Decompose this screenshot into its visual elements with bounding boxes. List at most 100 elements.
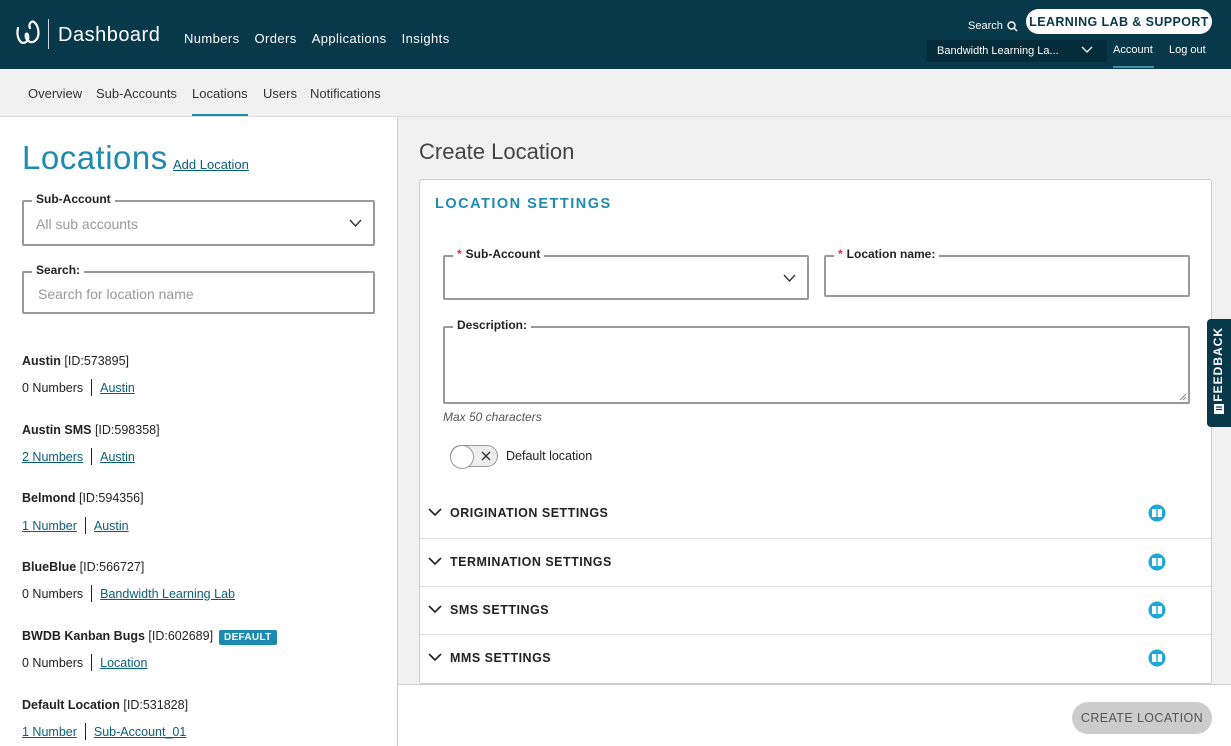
chevron-down-icon bbox=[428, 605, 442, 614]
accordion-termination[interactable]: TERMINATION SETTINGS bbox=[420, 538, 1211, 586]
book-icon[interactable] bbox=[1148, 553, 1166, 571]
location-item[interactable]: Default Location [ID:531828] bbox=[22, 698, 188, 712]
chevron-down-icon bbox=[428, 653, 442, 662]
locations-title: Locations bbox=[22, 139, 168, 176]
book-icon[interactable] bbox=[1148, 601, 1166, 619]
learning-lab-button[interactable]: LEARNING LAB & SUPPORT bbox=[1026, 9, 1212, 34]
location-item[interactable]: BlueBlue [ID:566727] bbox=[22, 560, 144, 574]
tab-sub-accounts[interactable]: Sub-Accounts bbox=[96, 86, 177, 101]
divider bbox=[91, 654, 93, 671]
divider bbox=[84, 517, 86, 534]
accordion-mms[interactable]: MMS SETTINGS bbox=[420, 634, 1211, 682]
required-marker: * bbox=[838, 247, 843, 261]
chevron-down-icon bbox=[1081, 46, 1093, 53]
location-meta: 0 Numbers Bandwidth Learning Lab bbox=[22, 585, 235, 602]
location-subaccount-link[interactable]: Austin bbox=[100, 381, 135, 395]
description-label: Description: bbox=[453, 318, 532, 332]
search-icon bbox=[1007, 20, 1018, 31]
locations-panel: Locations Add Location Sub-Account All s… bbox=[0, 117, 398, 746]
accordion-label: TERMINATION SETTINGS bbox=[450, 555, 612, 569]
account-active-indicator bbox=[1113, 66, 1154, 68]
sub-account-select-label: * Sub-Account bbox=[453, 247, 545, 261]
location-id: [ID:602689] bbox=[148, 629, 214, 643]
sub-account-filter-value: All sub accounts bbox=[36, 216, 138, 232]
description-hint: Max 50 characters bbox=[443, 410, 542, 424]
tab-locations[interactable]: Locations bbox=[192, 86, 248, 101]
nav-numbers[interactable]: Numbers bbox=[184, 31, 240, 46]
location-id: [ID:531828] bbox=[123, 698, 189, 712]
location-name: BWDB Kanban Bugs bbox=[22, 629, 145, 643]
nav-orders[interactable]: Orders bbox=[255, 31, 297, 46]
location-numbers: 0 Numbers bbox=[22, 655, 84, 670]
logout-link[interactable]: Log out bbox=[1169, 44, 1206, 56]
location-id: [ID:566727] bbox=[79, 560, 145, 574]
nav-applications[interactable]: Applications bbox=[312, 31, 387, 46]
create-location-title: Create Location bbox=[419, 139, 575, 164]
sub-account-select[interactable]: * Sub-Account bbox=[443, 247, 809, 300]
location-name: Austin bbox=[22, 354, 61, 368]
default-location-toggle[interactable] bbox=[450, 445, 498, 469]
location-subaccount-link[interactable]: Austin bbox=[94, 519, 129, 533]
location-subaccount-link[interactable]: Austin bbox=[100, 450, 135, 464]
location-name: Default Location bbox=[22, 698, 120, 712]
logo-divider bbox=[48, 19, 49, 49]
nav-insights[interactable]: Insights bbox=[402, 31, 450, 46]
create-location-panel: Create Location LOCATION SETTINGS * Sub-A… bbox=[398, 117, 1231, 746]
feedback-label: FEEDBACK bbox=[1211, 327, 1225, 402]
location-id: [ID:598358] bbox=[94, 423, 160, 437]
default-location-label: Default location bbox=[506, 449, 593, 463]
location-search[interactable]: Search: Search for location name bbox=[22, 263, 375, 314]
account-selector-value: Bandwidth Learning La... bbox=[937, 45, 1059, 57]
close-icon bbox=[481, 451, 491, 461]
resize-handle-icon[interactable] bbox=[1179, 393, 1187, 401]
location-search-input[interactable]: Search for location name bbox=[38, 286, 194, 302]
location-item[interactable]: Austin SMS [ID:598358] bbox=[22, 423, 160, 437]
location-id: [ID:594356] bbox=[78, 491, 144, 505]
location-settings-card: LOCATION SETTINGS * Sub-Account * Location… bbox=[419, 179, 1212, 684]
form-footer: CREATE LOCATION bbox=[398, 684, 1231, 746]
location-numbers-link[interactable]: 1 Number bbox=[22, 725, 77, 739]
account-selector[interactable]: Bandwidth Learning La... bbox=[927, 40, 1107, 62]
book-icon[interactable] bbox=[1148, 649, 1166, 667]
location-subaccount-link[interactable]: Sub-Account_01 bbox=[94, 725, 186, 739]
chevron-down-icon bbox=[428, 557, 442, 566]
sub-account-filter-label: Sub-Account bbox=[32, 192, 115, 206]
default-badge: DEFAULT bbox=[219, 630, 277, 645]
location-numbers: 0 Numbers bbox=[22, 380, 84, 395]
location-subaccount-link[interactable]: Bandwidth Learning Lab bbox=[100, 587, 235, 601]
tab-notifications[interactable]: Notifications bbox=[310, 86, 381, 101]
add-location-link[interactable]: Add Location bbox=[173, 157, 249, 172]
top-search[interactable]: Search bbox=[968, 20, 1018, 32]
feedback-tab[interactable]: FEEDBACK bbox=[1207, 319, 1231, 427]
top-bar: Dashboard Numbers Orders Applications In… bbox=[0, 0, 1231, 69]
location-numbers-link[interactable]: 1 Number bbox=[22, 519, 77, 533]
accordion-origination[interactable]: ORIGINATION SETTINGS bbox=[420, 490, 1211, 538]
description-textarea[interactable]: Description: bbox=[443, 318, 1190, 404]
sub-account-filter[interactable]: Sub-Account All sub accounts bbox=[22, 192, 375, 246]
tab-active-indicator bbox=[192, 114, 248, 116]
bandwidth-logo[interactable] bbox=[14, 18, 42, 48]
accordion-sms[interactable]: SMS SETTINGS bbox=[420, 586, 1211, 634]
chevron-down-icon bbox=[783, 274, 796, 283]
location-item[interactable]: BWDB Kanban Bugs [ID:602689] DEFAULT bbox=[22, 629, 277, 645]
divider bbox=[84, 723, 86, 740]
tab-users[interactable]: Users bbox=[263, 86, 297, 101]
location-name-label: * Location name: bbox=[834, 247, 940, 261]
location-meta: 2 Numbers Austin bbox=[22, 448, 135, 465]
brand-title[interactable]: Dashboard bbox=[58, 24, 160, 47]
location-item[interactable]: Belmond [ID:594356] bbox=[22, 491, 144, 505]
location-meta: 0 Numbers Location bbox=[22, 654, 147, 671]
location-numbers-link[interactable]: 2 Numbers bbox=[22, 450, 83, 464]
location-name: Austin SMS bbox=[22, 423, 92, 437]
location-meta: 0 Numbers Austin bbox=[22, 379, 135, 396]
tab-overview[interactable]: Overview bbox=[28, 86, 82, 101]
location-name-input[interactable]: * Location name: bbox=[824, 247, 1190, 297]
account-link[interactable]: Account bbox=[1113, 44, 1153, 56]
top-search-label: Search bbox=[968, 20, 1003, 32]
book-icon[interactable] bbox=[1148, 504, 1166, 522]
sub-account-select-label-text: Sub-Account bbox=[465, 247, 541, 261]
create-location-button[interactable]: CREATE LOCATION bbox=[1072, 702, 1212, 734]
divider bbox=[91, 585, 93, 602]
location-subaccount-link[interactable]: Location bbox=[100, 656, 147, 670]
location-item[interactable]: Austin [ID:573895] bbox=[22, 354, 129, 368]
